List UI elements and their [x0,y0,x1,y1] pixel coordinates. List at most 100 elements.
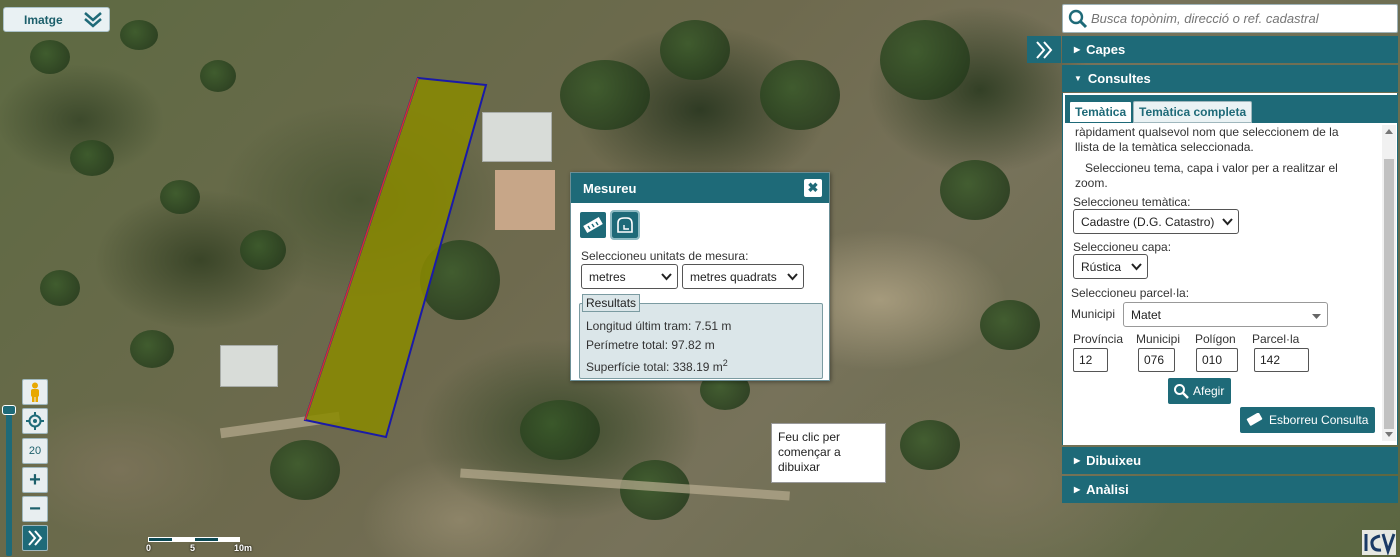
tabs-bar: Temàtica Temàtica completa [1065,95,1397,123]
collapse-panel-button[interactable] [1027,36,1061,63]
col-municipi-label: Municipi [1136,332,1181,346]
parcela-input[interactable]: 142 [1254,348,1309,372]
chevron-down-icon [84,12,102,28]
clear-query-button-label: Esborreu Consulta [1269,413,1369,427]
scrollbar-thumb[interactable] [1384,159,1394,429]
caret-down-icon [1312,314,1321,319]
zoom-slider-thumb[interactable] [2,405,16,415]
poligon-input[interactable]: 010 [1196,348,1238,372]
area-unit-value: metres quadrats [690,269,777,284]
crosshair-icon [26,412,44,430]
section-consultes-header[interactable]: ▼ Consultes [1062,65,1398,92]
icv-logo-icon [1362,530,1396,555]
double-chevron-right-icon [1036,40,1053,59]
section-capes-label: Capes [1086,42,1126,57]
area-polygon-icon [617,217,633,233]
base-layer-select[interactable]: Imatge [3,7,110,32]
scroll-down-arrow-icon[interactable] [1385,432,1393,437]
col-parcela-label: Parcel·la [1252,332,1300,346]
section-consultes-label: Consultes [1087,71,1151,86]
scale-label-0: 0 [146,543,152,553]
capa-value: Rústica [1081,259,1122,274]
section-dibuixeu-header[interactable]: ▶ Dibuixeu [1062,447,1398,474]
length-unit-select[interactable]: metres [581,264,678,289]
chevron-down-icon [1222,218,1233,226]
tab-tematica[interactable]: Temàtica [1069,101,1133,123]
zoom-out-button[interactable]: − [22,496,48,522]
tematica-label: Seleccioneu temàtica: [1073,195,1191,209]
caret-right-icon: ▶ [1074,456,1081,465]
measure-area-button[interactable] [610,210,640,240]
results-legend: Resultats [582,294,641,312]
consultes-scrollbar[interactable] [1382,125,1396,441]
units-label: Seleccioneu unitats de mesura: [581,249,749,263]
add-button[interactable]: Afegir [1168,378,1232,404]
hint-text-line1: Seleccioneu tema, capa i valor per a rea… [1085,161,1338,175]
area-unit-select[interactable]: metres quadrats [682,264,804,289]
section-capes-header[interactable]: ▶ Capes [1062,36,1398,63]
measured-area-shape[interactable] [303,76,488,439]
capa-label: Seleccioneu capa: [1073,240,1172,254]
toggle-tools-button[interactable] [22,525,48,551]
municipi-value: Matet [1131,307,1162,322]
municipi-label: Municipi [1071,307,1116,321]
caret-right-icon: ▶ [1074,45,1081,54]
capa-select[interactable]: Rústica [1073,254,1148,279]
zoom-in-button[interactable]: + [22,467,48,493]
consultes-scroll-area: ràpidament qualsevol nom que seleccionem… [1063,125,1397,443]
municipi-combobox[interactable]: Matet [1123,302,1328,327]
minus-icon: − [29,497,41,520]
scale-bar-graphic [148,537,240,542]
last-segment-length: Longitud últim tram: 7.51 m [586,319,732,333]
provincia-input[interactable]: 12 [1073,348,1108,372]
tab-tematica-completa[interactable]: Temàtica completa [1133,101,1253,123]
add-button-label: Afegir [1193,384,1225,398]
zoom-level-indicator: 20 [22,438,48,464]
measure-dialog: Mesureu ✖ Seleccioneu unitats de mesura:… [570,172,830,381]
search-icon [1068,9,1088,28]
results-box: Resultats Longitud últim tram: 7.51 m Pe… [579,294,823,379]
geolocate-button[interactable] [22,408,48,434]
parcela-label: Seleccioneu parcel·la: [1071,286,1190,300]
col-poligon-label: Polígon [1195,332,1236,346]
intro-text-line2: llista de la temàtica seleccionada. [1075,140,1254,154]
measure-distance-button[interactable] [580,212,606,238]
col-provincia-label: Província [1073,332,1124,346]
total-perimeter: Perímetre total: 97.82 m [586,338,715,352]
chevron-down-icon [787,273,798,281]
hint-text-line2: zoom. [1075,176,1108,190]
scroll-up-arrow-icon[interactable] [1385,129,1393,134]
pegman-icon [31,382,39,402]
search-icon [1174,384,1189,399]
municipi-code-input[interactable]: 076 [1138,348,1175,372]
double-chevron-right-icon [28,530,43,546]
total-area-text: Superfície total: 338.19 m [586,360,723,374]
chevron-down-icon [661,273,672,281]
close-button[interactable]: ✖ [804,179,822,197]
chevron-down-icon [1131,263,1142,271]
zoom-slider-track[interactable] [6,406,12,556]
scale-label-10: 10m [234,543,253,553]
consultes-panel: Temàtica Temàtica completa ràpidament qu… [1062,93,1398,445]
tematica-value: Cadastre (D.G. Catastro) [1081,214,1215,229]
measure-dialog-header[interactable]: Mesureu ✖ [571,173,829,203]
section-analisi-header[interactable]: ▶ Anàlisi [1062,476,1398,503]
street-view-button[interactable] [22,379,48,405]
tematica-select[interactable]: Cadastre (D.G. Catastro) [1073,209,1239,234]
eraser-icon [1246,413,1263,426]
caret-right-icon: ▶ [1074,485,1081,494]
plus-icon: + [29,468,41,491]
search-input[interactable] [1091,11,1391,26]
clear-query-button[interactable]: Esborreu Consulta [1240,407,1376,433]
section-analisi-label: Anàlisi [1086,482,1129,497]
search-bar[interactable] [1062,4,1398,33]
ruler-icon [583,217,603,233]
area-superscript: 2 [722,358,728,368]
draw-hint-tooltip: Feu clic per començar a dibuixar [771,423,886,483]
measure-dialog-title: Mesureu [583,180,637,196]
caret-down-icon: ▼ [1074,74,1082,83]
scale-label-5: 5 [190,543,196,553]
intro-text-line1: ràpidament qualsevol nom que seleccionem… [1075,125,1339,139]
total-area: Superfície total: 338.19 m2 [586,358,728,374]
length-unit-value: metres [589,269,626,284]
